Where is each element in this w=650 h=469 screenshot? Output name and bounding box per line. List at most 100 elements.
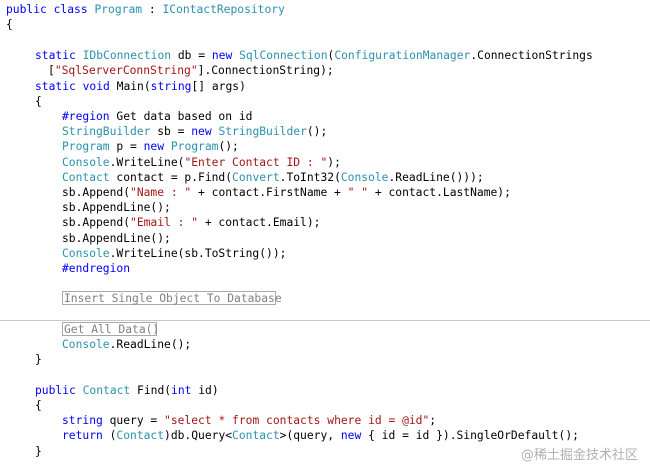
code-token: (); — [306, 125, 328, 138]
code-token: Console — [62, 338, 110, 351]
code-line: { — [35, 94, 42, 109]
code-token: } — [35, 445, 42, 458]
collapsed-region-insert-single-object[interactable]: Insert Single Object To Database — [62, 291, 282, 305]
code-token: #region — [62, 110, 110, 123]
code-line: static void Main(string[] args) — [35, 79, 246, 94]
code-line: #endregion — [62, 261, 130, 276]
code-token: + contact.Email); — [198, 216, 321, 229]
code-token: ].ConnectionString); — [197, 64, 334, 77]
code-token: new — [211, 49, 233, 62]
code-token: new — [340, 429, 362, 442]
code-token: { — [6, 18, 13, 31]
code-token: new — [143, 140, 165, 153]
code-line: StringBuilder sb = new StringBuilder(); — [62, 124, 327, 139]
code-line: Console.WriteLine(sb.ToString()); — [62, 246, 286, 261]
code-token: .ReadLine(); — [109, 338, 192, 351]
code-token: { — [35, 399, 42, 412]
code-token: >(query, — [279, 429, 341, 442]
code-token: public — [6, 3, 47, 16]
code-token: string — [62, 414, 103, 427]
code-line: return (Contact)db.Query<Contact>(query,… — [62, 428, 579, 443]
code-line: sb.AppendLine(); — [62, 200, 171, 215]
code-token: ); — [327, 156, 341, 169]
code-token: [] args) — [191, 80, 246, 93]
code-token: " " — [347, 186, 369, 199]
code-line: sb.Append("Email : " + contact.Email); — [62, 215, 320, 230]
code-token: contact = p.Find( — [109, 171, 233, 184]
code-line: } — [35, 352, 42, 367]
code-token: sb = — [150, 125, 192, 138]
code-token: Get data based on id — [109, 110, 253, 123]
watermark-text: @稀土掘金技术社区 — [520, 448, 638, 463]
code-token: string — [150, 80, 192, 93]
code-token: StringBuilder — [62, 125, 151, 138]
code-token: sb.AppendLine(); — [62, 232, 171, 245]
code-token: Console — [62, 156, 110, 169]
code-token: Program — [170, 140, 219, 153]
code-token: sb.Append( — [62, 216, 131, 229]
code-token: Find( — [130, 384, 172, 397]
code-token: Program — [62, 140, 110, 153]
code-line: static IDbConnection db = new SqlConnect… — [35, 48, 593, 63]
code-line: sb.AppendLine(); — [62, 231, 171, 246]
code-token: "Email : " — [130, 216, 199, 229]
code-line: public Contact Find(int id) — [35, 383, 219, 398]
code-token: new — [191, 125, 212, 138]
code-line: sb.Append("Name : " + contact.FirstName … — [62, 185, 511, 200]
code-line: string query = "select * from contacts w… — [62, 413, 436, 428]
code-token: Contact — [116, 429, 165, 442]
code-token: Contact — [62, 171, 110, 184]
code-token: StringBuilder — [218, 125, 307, 138]
code-token: query = — [102, 414, 165, 427]
code-token: ( — [102, 429, 117, 442]
code-token: + contact.FirstName + — [191, 186, 348, 199]
code-token: p = — [109, 140, 144, 153]
code-line: Program p = new Program(); — [62, 139, 239, 154]
code-token: .ToInt32( — [279, 171, 341, 184]
collapsed-region-get-all-data[interactable]: Get All Data() — [62, 322, 159, 336]
code-line: #region Get data based on id — [62, 109, 252, 124]
code-token: Contact — [82, 384, 131, 397]
code-token: static — [35, 80, 76, 93]
code-token: return — [62, 429, 103, 442]
code-token: { id = id }).SingleOrDefault(); — [361, 429, 579, 442]
code-token: + contact.LastName); — [368, 186, 511, 199]
code-token: "select * from contacts where id = @id" — [164, 414, 430, 427]
code-token: Console — [62, 247, 110, 260]
code-line: ["SqlServerConnString"].ConnectionString… — [48, 63, 334, 78]
code-token: sb.AppendLine(); — [62, 201, 171, 214]
code-line: public class Program : IContactRepositor… — [6, 2, 285, 17]
code-token: .ConnectionStrings — [470, 49, 593, 62]
code-token: "SqlServerConnString" — [54, 64, 198, 77]
code-token: Program — [94, 3, 143, 16]
code-token: #endregion — [62, 262, 131, 275]
code-token: IDbConnection — [82, 49, 172, 62]
code-token: Main( — [109, 80, 151, 93]
code-token: IContactRepository — [162, 3, 285, 16]
code-token: .ReadLine())); — [388, 171, 484, 184]
code-token: Contact — [232, 429, 280, 442]
code-token: sb.Append( — [62, 186, 131, 199]
code-line: Console.ReadLine(); — [62, 337, 191, 352]
code-token: (); — [218, 140, 239, 153]
code-token: .WriteLine( — [109, 156, 185, 169]
code-token: "Name : " — [130, 186, 192, 199]
watermark: @稀土掘金技术社区 — [521, 444, 638, 463]
code-token: Convert — [232, 171, 280, 184]
code-token: )db.Query< — [164, 429, 233, 442]
code-token: static — [35, 49, 76, 62]
code-line: { — [35, 398, 42, 413]
code-token: : — [142, 3, 163, 16]
code-editor[interactable]: public class Program : IContactRepositor… — [0, 0, 650, 469]
code-token: ; — [429, 414, 437, 427]
code-token: int — [171, 384, 192, 397]
code-line: } — [35, 444, 42, 459]
code-token: SqlConnection — [239, 49, 328, 62]
code-line: { — [6, 17, 13, 32]
code-token: } — [35, 353, 42, 366]
code-token: ConfigurationManager — [334, 49, 471, 62]
